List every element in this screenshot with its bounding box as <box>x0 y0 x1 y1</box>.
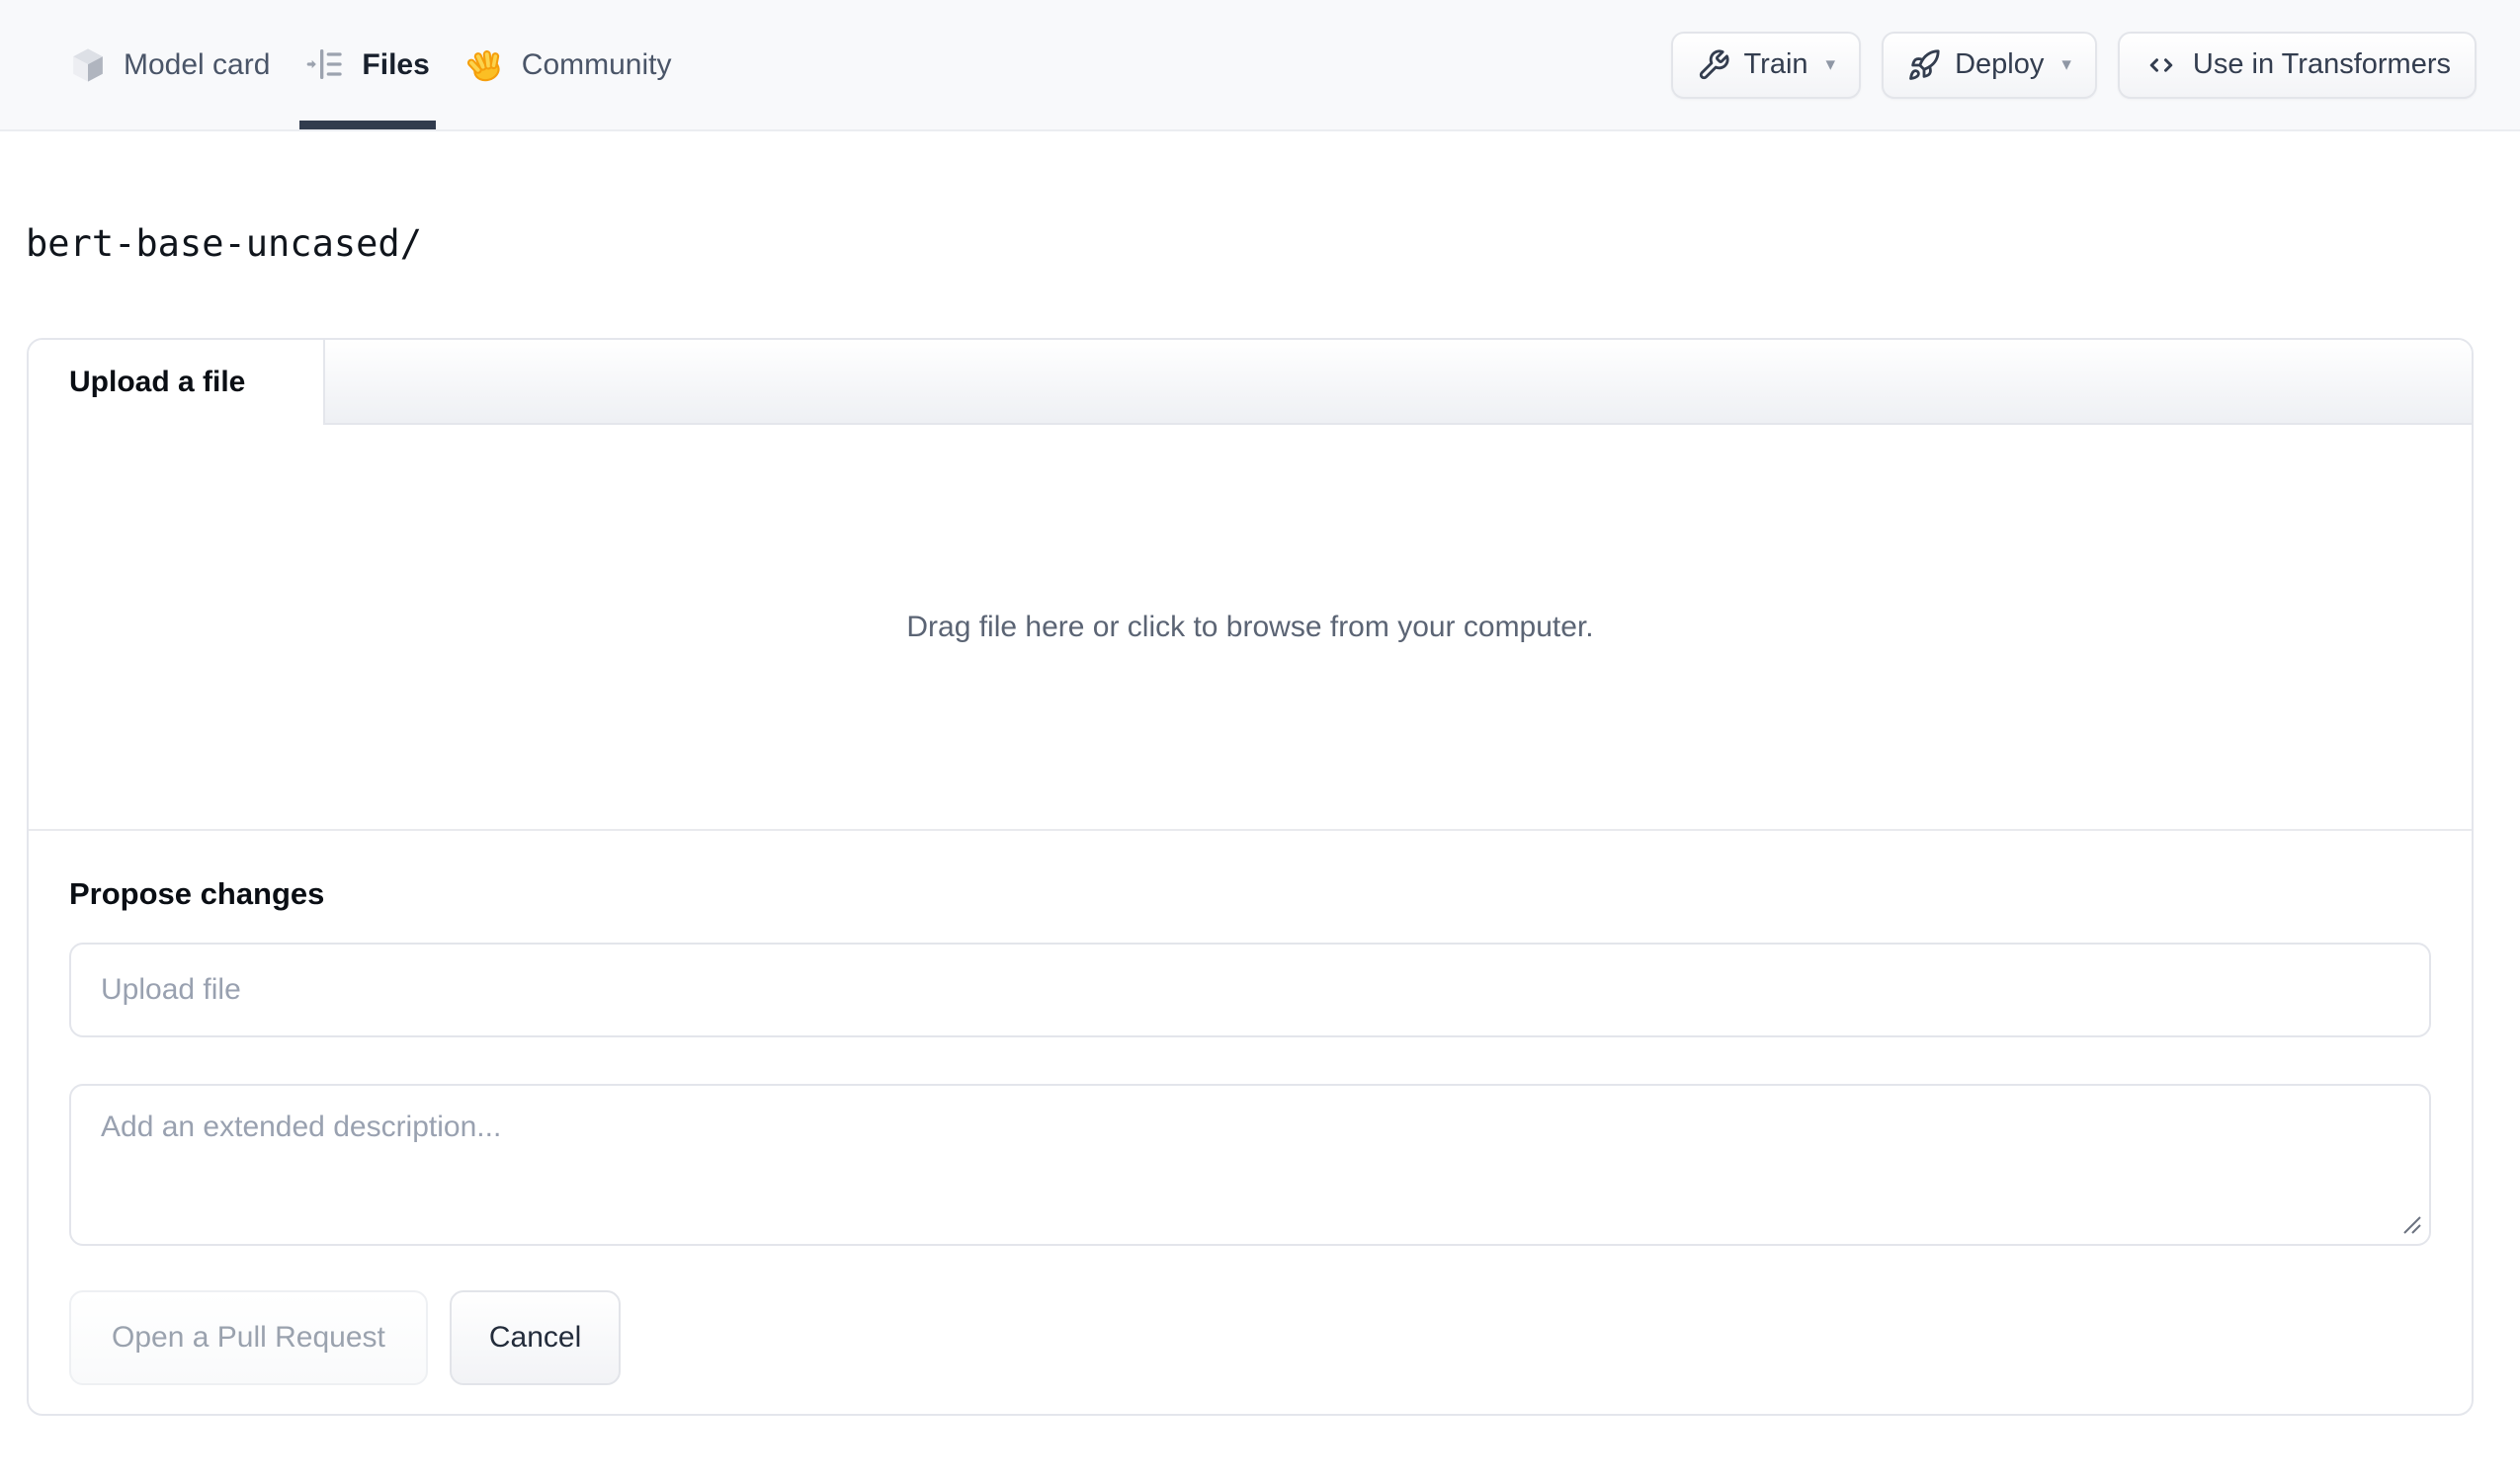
cube-icon <box>67 44 109 86</box>
upload-filename-input[interactable] <box>69 943 2431 1037</box>
tabbar-filler <box>325 340 2472 425</box>
upload-card-tabbar: Upload a file <box>29 340 2472 425</box>
repo-tabs: Model card Files Community <box>0 0 707 129</box>
propose-changes-heading: Propose changes <box>69 876 325 911</box>
repo-header: Model card Files Community Train ▾ Deplo… <box>0 0 2520 131</box>
rocket-icon <box>1907 48 1941 82</box>
cancel-button[interactable]: Cancel <box>449 1290 622 1385</box>
chevron-down-icon: ▾ <box>1825 54 1836 75</box>
tab-community[interactable]: Community <box>465 0 672 129</box>
active-tab-underline <box>299 121 436 129</box>
tab-upload-a-file[interactable]: Upload a file <box>29 340 325 425</box>
use-in-transformers-button[interactable]: Use in Transformers <box>2117 31 2477 99</box>
file-versions-icon <box>305 44 347 86</box>
breadcrumb[interactable]: bert-base-uncased/ <box>26 222 2520 265</box>
propose-actions-row: Open a Pull Request Cancel <box>69 1290 2431 1385</box>
tab-files[interactable]: Files <box>299 0 436 129</box>
description-field-wrapper <box>69 1084 2431 1246</box>
repo-actions: Train ▾ Deploy ▾ Use in Transformers <box>1670 0 2520 129</box>
open-pull-request-button[interactable]: Open a Pull Request <box>69 1290 428 1385</box>
propose-changes-section: Propose changes Open a Pull Request Canc… <box>29 876 2472 1414</box>
waving-hand-icon <box>465 44 507 86</box>
tab-model-card[interactable]: Model card <box>67 0 270 129</box>
train-button[interactable]: Train ▾ <box>1670 31 1862 99</box>
tab-community-label: Community <box>521 47 672 81</box>
tab-files-label: Files <box>362 47 430 81</box>
use-in-transformers-label: Use in Transformers <box>2192 48 2451 80</box>
extended-description-textarea[interactable] <box>69 1084 2431 1246</box>
tab-model-card-label: Model card <box>124 47 271 81</box>
deploy-label: Deploy <box>1955 48 2045 80</box>
wrench-icon <box>1697 48 1730 82</box>
deploy-button[interactable]: Deploy ▾ <box>1882 31 2097 99</box>
code-icon <box>2143 47 2179 83</box>
train-label: Train <box>1743 48 1808 80</box>
upload-card: Upload a file Drag file here or click to… <box>27 338 2474 1416</box>
chevron-down-icon: ▾ <box>2061 54 2071 75</box>
dropzone-hint: Drag file here or click to browse from y… <box>906 610 1594 643</box>
file-dropzone[interactable]: Drag file here or click to browse from y… <box>29 425 2472 831</box>
